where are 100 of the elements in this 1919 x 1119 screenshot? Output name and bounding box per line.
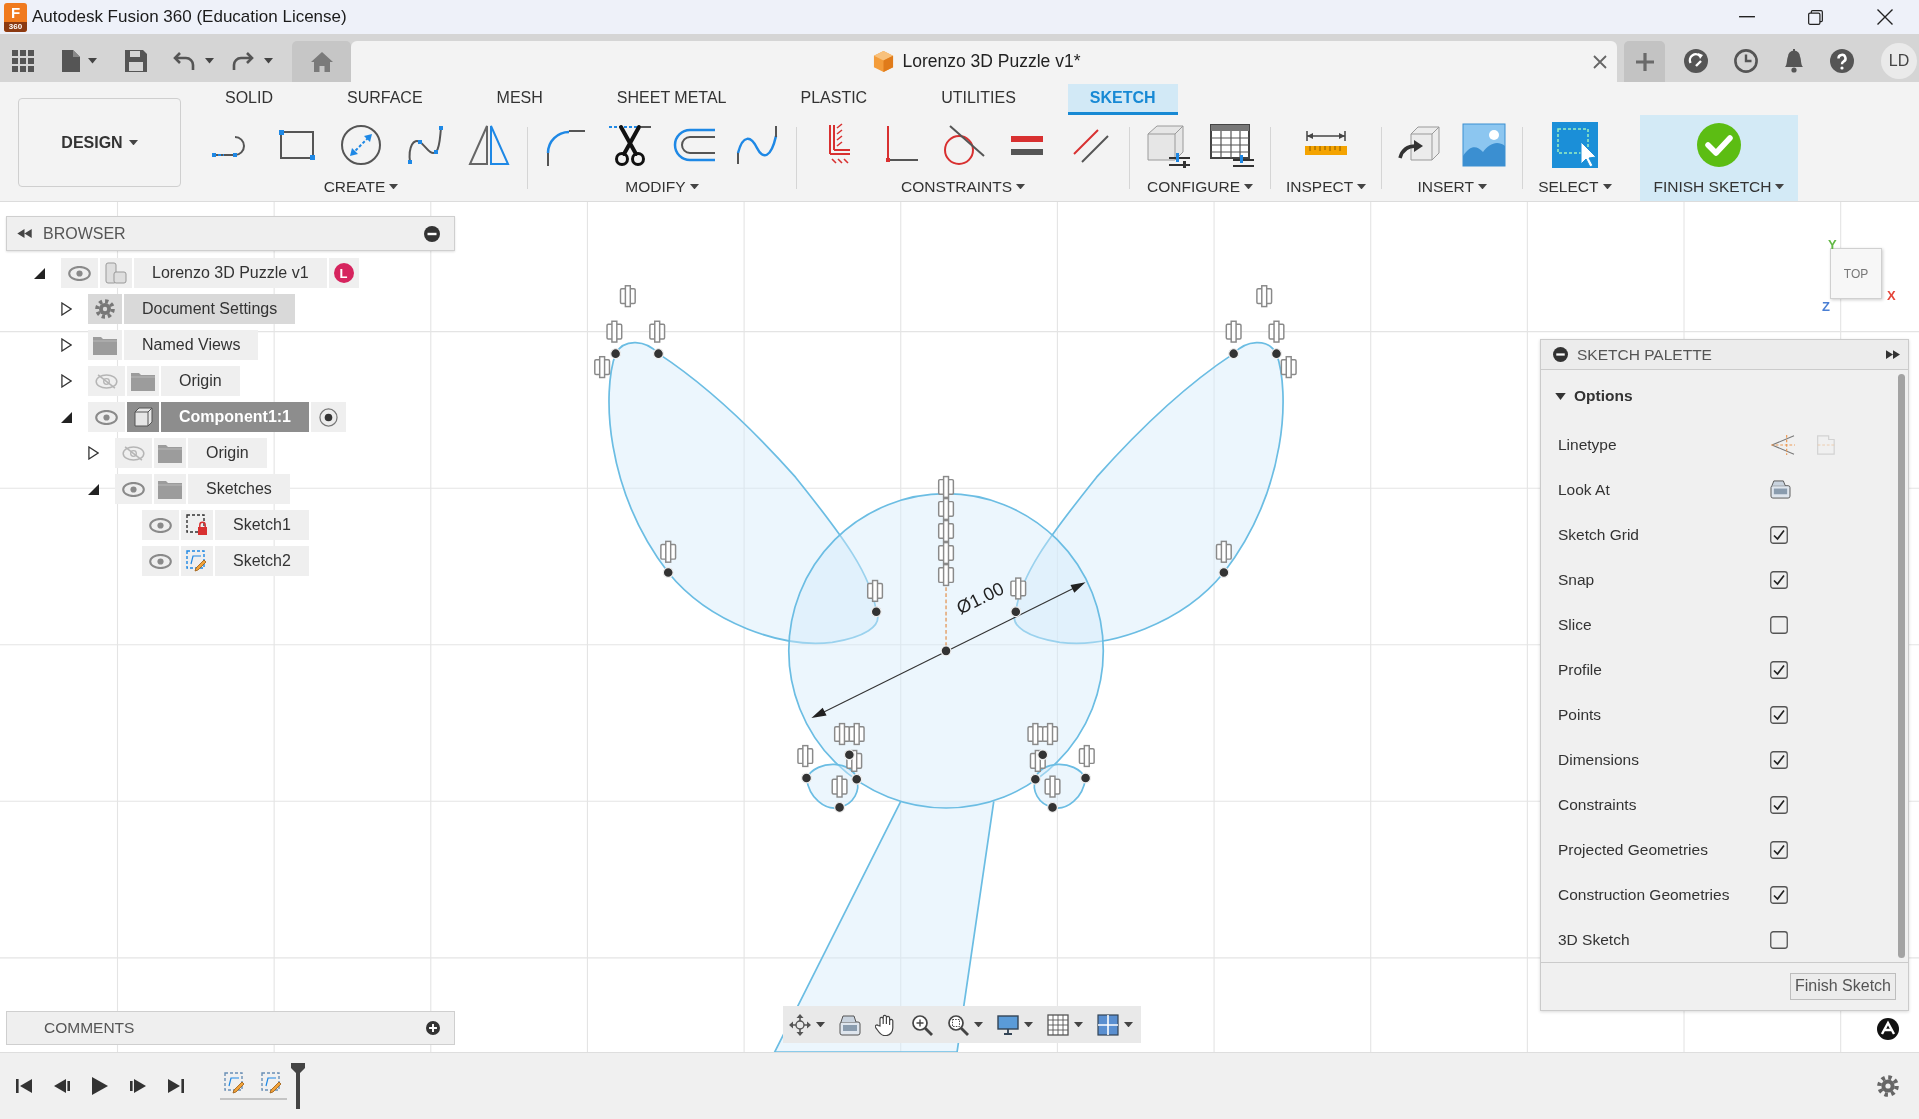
caret-icon[interactable] — [1477, 184, 1487, 190]
tool-group-menu[interactable]: CREATE — [323, 174, 399, 199]
tree-expander-icon[interactable] — [60, 374, 72, 388]
caret-icon[interactable] — [1024, 1021, 1033, 1028]
section-caret-icon[interactable] — [1555, 392, 1566, 400]
caret-icon[interactable] — [264, 58, 273, 64]
checkbox[interactable] — [1770, 525, 1788, 544]
caret-icon[interactable] — [1016, 184, 1026, 190]
minus-circle-icon[interactable] — [424, 225, 440, 242]
autodesk-logo-icon[interactable] — [1877, 1018, 1899, 1040]
checkbox[interactable] — [1770, 705, 1788, 724]
selection-cursor-icon[interactable] — [1551, 121, 1598, 168]
ribbon-tab[interactable]: SOLID — [203, 83, 295, 115]
zoom-window-icon[interactable] — [947, 1013, 969, 1036]
tree-expander-icon[interactable] — [60, 411, 72, 423]
ribbon-tab[interactable]: PLASTIC — [778, 83, 890, 115]
tree-item[interactable]: Sketch1 — [142, 510, 309, 540]
ribbon-tab[interactable]: UTILITIES — [919, 83, 1038, 115]
step-forward-icon[interactable] — [130, 1078, 146, 1094]
eye-icon[interactable] — [68, 265, 91, 281]
tool-group-menu[interactable]: MODIFY — [625, 174, 699, 199]
tool-group-menu[interactable]: CONSTRAINTS — [900, 174, 1026, 199]
document-tab[interactable]: Lorenzo 3D Puzzle v1* — [351, 41, 1617, 82]
bell-icon[interactable] — [1784, 49, 1804, 73]
play-icon[interactable] — [92, 1077, 108, 1095]
caret-icon[interactable] — [974, 1021, 983, 1028]
tree-expander-icon[interactable] — [60, 302, 72, 316]
look-at-icon[interactable] — [839, 1013, 861, 1036]
tree-item[interactable]: Lorenzo 3D Puzzle v1 L — [61, 258, 359, 288]
collapse-arrows-icon[interactable] — [17, 229, 32, 238]
checkbox[interactable] — [1770, 615, 1788, 634]
tool-group-menu[interactable]: INSPECT — [1286, 174, 1367, 199]
tree-item[interactable]: Named Views — [88, 330, 259, 360]
checkbox[interactable] — [1770, 885, 1788, 904]
checkbox[interactable] — [1770, 840, 1788, 859]
caret-icon[interactable] — [389, 184, 399, 190]
grid-icon[interactable] — [1047, 1013, 1069, 1036]
view-cube[interactable]: TOP — [1830, 248, 1882, 299]
file-icon[interactable] — [62, 50, 80, 72]
new-tab-button[interactable] — [1624, 41, 1665, 82]
tree-item[interactable]: Sketch2 — [142, 546, 309, 576]
user-avatar[interactable]: LD — [1881, 43, 1917, 79]
checkbox[interactable] — [1770, 750, 1788, 769]
picture-icon[interactable] — [1461, 121, 1508, 168]
clock-icon[interactable] — [1734, 49, 1758, 73]
apps-grid-icon[interactable] — [12, 50, 34, 72]
add-icon[interactable] — [426, 1021, 440, 1035]
checkmark-icon[interactable] — [1696, 121, 1742, 168]
tree-expander-icon[interactable] — [33, 267, 45, 279]
workspace-menu-button[interactable]: DESIGN — [18, 98, 181, 187]
tree-expander-icon[interactable] — [60, 338, 72, 352]
caret-icon[interactable] — [1775, 184, 1785, 190]
checkbox[interactable] — [1770, 930, 1788, 949]
ribbon-tab[interactable]: SHEET METAL — [594, 83, 749, 115]
restore-icon[interactable] — [1808, 9, 1823, 25]
sync-icon[interactable] — [1684, 49, 1708, 73]
close-icon[interactable] — [1876, 9, 1893, 25]
undo-icon[interactable] — [173, 51, 195, 71]
finish-sketch-button[interactable]: Finish Sketch — [1789, 973, 1896, 1000]
caret-icon[interactable] — [1357, 184, 1367, 190]
construction-linetype-icon[interactable] — [1770, 433, 1796, 456]
home-button[interactable] — [292, 41, 351, 82]
expand-arrows-icon[interactable] — [1886, 350, 1900, 359]
help-icon[interactable] — [1830, 49, 1854, 73]
caret-icon[interactable] — [1074, 1021, 1083, 1028]
tree-expander-icon[interactable] — [87, 446, 99, 460]
step-back-icon[interactable] — [54, 1078, 70, 1094]
tree-item[interactable]: Document Settings — [88, 294, 296, 324]
checkbox[interactable] — [1770, 660, 1788, 679]
checkbox[interactable] — [1770, 570, 1788, 589]
sketch-pencil-icon[interactable] — [261, 1072, 283, 1094]
tool-group-menu[interactable]: SELECT — [1538, 174, 1612, 199]
sketch-pencil-icon[interactable] — [224, 1072, 246, 1094]
tree-item[interactable]: Origin — [115, 438, 267, 468]
scrollbar-thumb[interactable] — [1897, 374, 1905, 958]
save-icon[interactable] — [125, 50, 147, 72]
caret-icon[interactable] — [1602, 184, 1612, 190]
look-at-icon[interactable] — [1770, 480, 1791, 499]
tool-group-menu[interactable]: FINISH SKETCH — [1653, 174, 1785, 199]
tree-item[interactable]: Origin — [88, 366, 240, 396]
caret-icon[interactable] — [205, 58, 214, 64]
zoom-icon[interactable] — [911, 1013, 933, 1036]
settings-icon[interactable] — [1877, 1075, 1899, 1097]
minus-circle-icon[interactable] — [1553, 347, 1568, 362]
minimize-icon[interactable] — [1738, 16, 1755, 18]
viewports-icon[interactable] — [1097, 1013, 1119, 1036]
tool-group-menu[interactable]: CONFIGURE — [1147, 174, 1253, 199]
caret-icon[interactable] — [88, 58, 97, 64]
caret-icon[interactable] — [1124, 1021, 1133, 1028]
skip-to-end-icon[interactable] — [168, 1078, 184, 1094]
redo-icon[interactable] — [232, 51, 254, 71]
caret-icon[interactable] — [1244, 184, 1253, 190]
tool-group-menu[interactable]: INSERT — [1417, 174, 1487, 199]
eye-icon[interactable] — [149, 517, 172, 533]
caret-icon[interactable] — [128, 139, 138, 146]
tree-expander-icon[interactable] — [87, 483, 99, 495]
playhead-marker[interactable] — [291, 1063, 305, 1109]
ribbon-tab[interactable]: MESH — [474, 83, 565, 115]
eye-icon[interactable] — [149, 553, 172, 569]
eye-icon[interactable] — [95, 409, 118, 425]
